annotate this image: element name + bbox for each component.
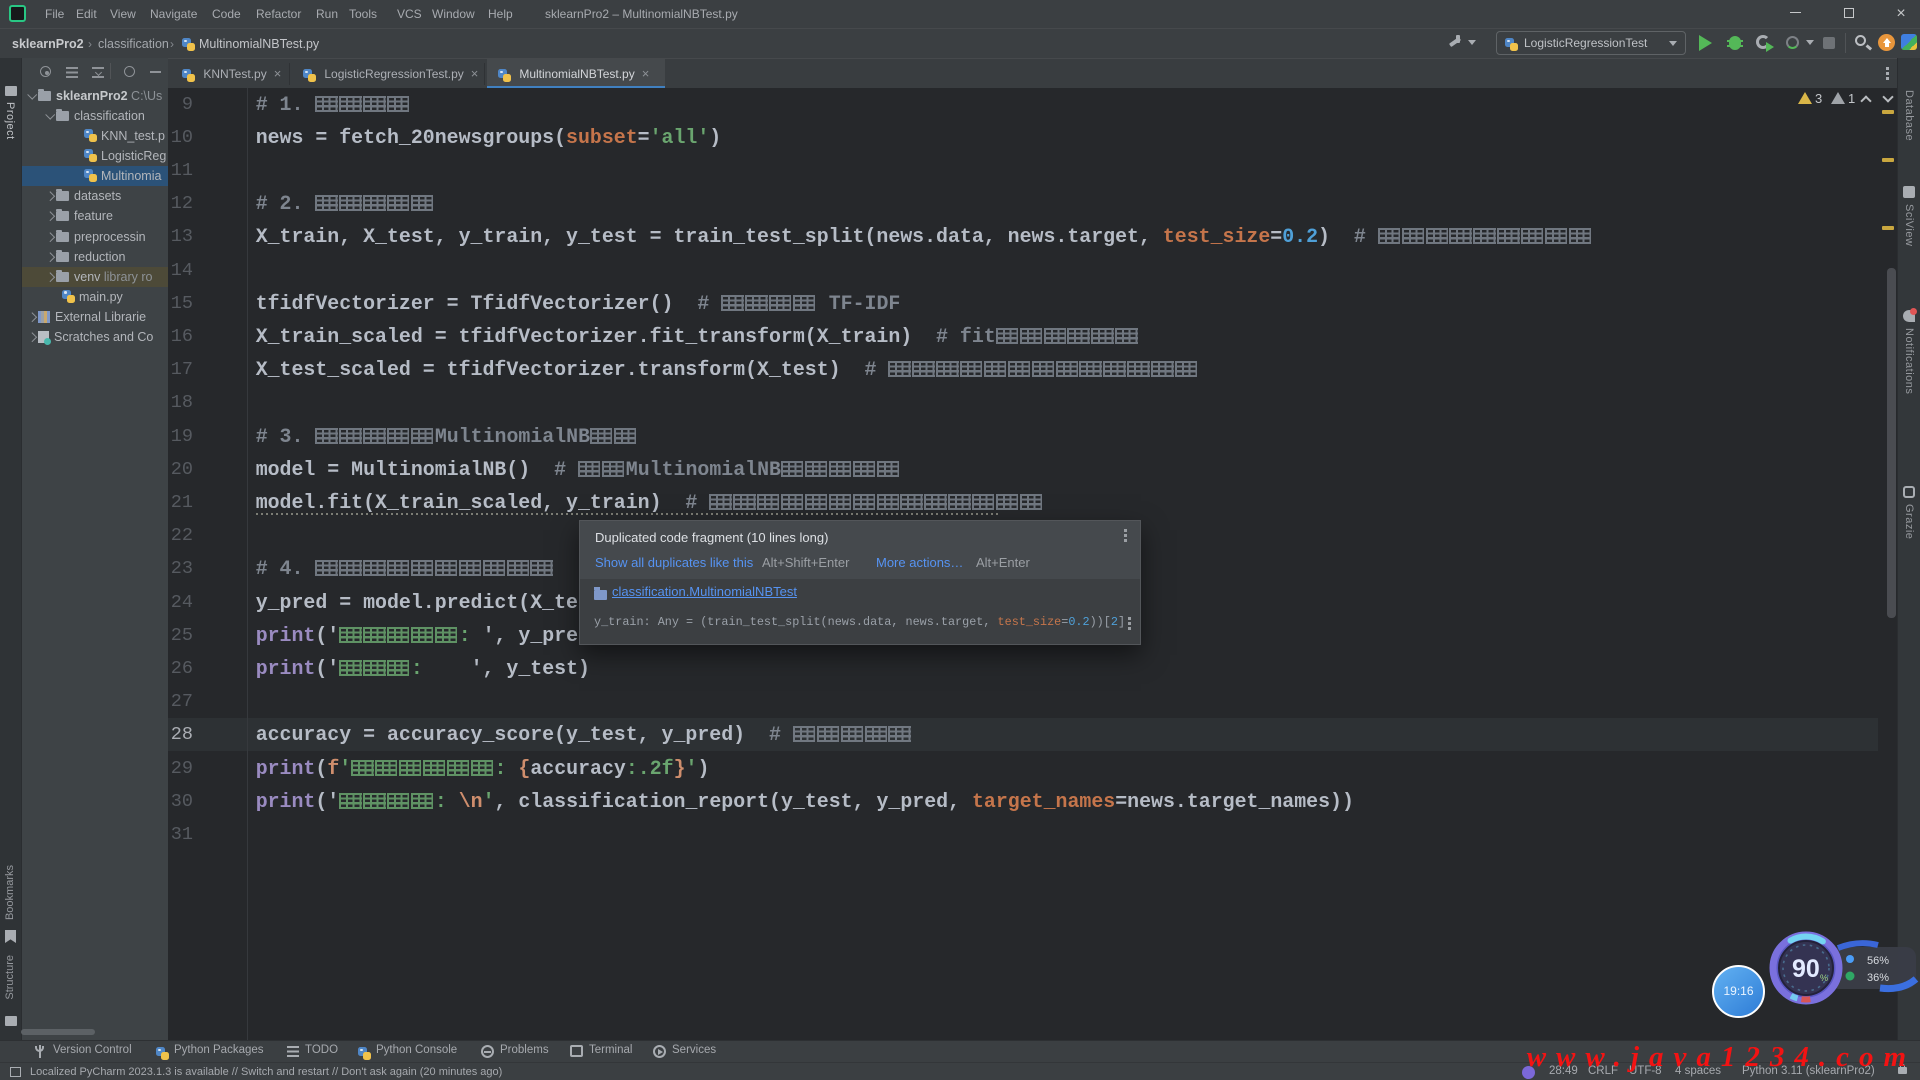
svg-text:36%: 36% (1867, 972, 1889, 984)
svg-text:%: % (1820, 973, 1828, 983)
svg-text:56%: 56% (1867, 955, 1889, 967)
svg-text:90: 90 (1792, 955, 1820, 983)
